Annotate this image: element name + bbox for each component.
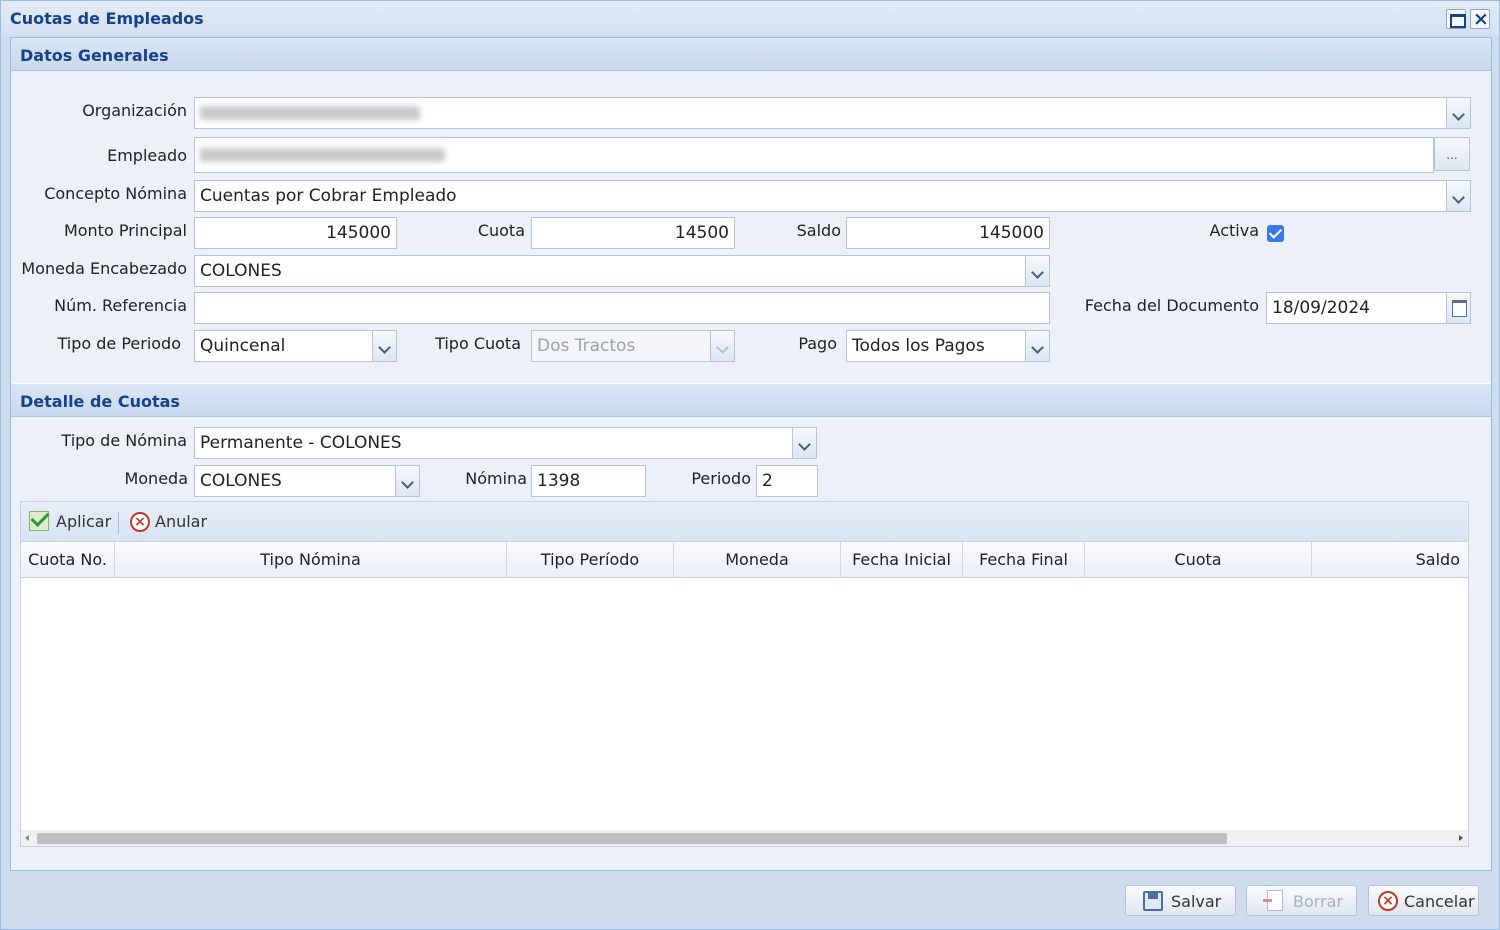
pago-label: Pago	[798, 334, 837, 353]
activa-checkbox[interactable]	[1267, 225, 1284, 242]
moneda-combo[interactable]: COLONES	[194, 465, 420, 497]
grid-toolbar: Aplicar × Anular	[21, 502, 1468, 542]
datos-generales-title: Datos Generales	[20, 46, 169, 65]
periodo-label: Periodo	[691, 469, 751, 488]
saldo-label: Saldo	[796, 221, 841, 240]
scroll-left-icon[interactable]	[25, 835, 29, 841]
borrar-button: Borrar	[1246, 885, 1357, 916]
nomina-label: Nómina	[465, 469, 527, 488]
column-fecha-inicial[interactable]: Fecha Inicial	[841, 542, 963, 577]
chevron-down-icon[interactable]	[792, 428, 816, 458]
chevron-down-icon	[710, 331, 734, 361]
column-fecha-final[interactable]: Fecha Final	[963, 542, 1085, 577]
detalle-cuotas-section: Detalle de Cuotas Tipo de Nómina Permane…	[11, 384, 1491, 870]
tipo-cuota-combo: Dos Tractos	[531, 330, 735, 362]
organizacion-combo[interactable]	[194, 97, 1471, 129]
tipo-nomina-value: Permanente - COLONES	[200, 433, 402, 453]
fecha-documento-input[interactable]: 18/09/2024	[1266, 292, 1471, 324]
fecha-documento-label: Fecha del Documento	[1084, 296, 1259, 315]
save-disk-icon	[1143, 891, 1163, 911]
anular-button[interactable]: Anular	[155, 512, 207, 531]
fecha-documento-value: 18/09/2024	[1272, 298, 1370, 318]
column-moneda[interactable]: Moneda	[674, 542, 841, 577]
form-body: Datos Generales Organización Empleado ..…	[10, 37, 1492, 871]
column-cuota[interactable]: Cuota	[1085, 542, 1312, 577]
saldo-input[interactable]: 145000	[846, 217, 1050, 249]
scrollbar-thumb[interactable]	[37, 833, 1227, 844]
salvar-button[interactable]: Salvar	[1125, 885, 1236, 916]
cancel-circle-icon: ×	[1378, 891, 1398, 911]
chevron-down-icon[interactable]	[1025, 331, 1049, 361]
grid-header: Cuota No. Tipo Nómina Tipo Período Moned…	[21, 542, 1468, 578]
toolbar-separator	[118, 512, 119, 534]
tipo-periodo-combo[interactable]: Quincenal	[194, 330, 397, 362]
datos-generales-section: Datos Generales Organización Empleado ..…	[11, 38, 1491, 383]
detalle-cuotas-title: Detalle de Cuotas	[20, 392, 180, 411]
moneda-label: Moneda	[124, 469, 188, 488]
chevron-down-icon[interactable]	[395, 466, 419, 496]
pago-value: Todos los Pagos	[852, 336, 985, 356]
datos-generales-header: Datos Generales	[11, 38, 1491, 71]
chevron-down-icon[interactable]	[1446, 98, 1470, 128]
window-titlebar: Cuotas de Empleados ×	[1, 1, 1499, 35]
referencia-label: Núm. Referencia	[54, 296, 187, 315]
window-title: Cuotas de Empleados	[10, 9, 204, 28]
salvar-label: Salvar	[1171, 892, 1222, 911]
tipo-periodo-label: Tipo de Periodo	[57, 334, 181, 353]
tipo-nomina-label: Tipo de Nómina	[61, 431, 187, 450]
detalle-cuotas-header: Detalle de Cuotas	[11, 384, 1491, 417]
maximize-icon[interactable]	[1446, 9, 1466, 29]
apply-check-icon	[29, 511, 49, 531]
column-tipo-periodo[interactable]: Tipo Período	[507, 542, 674, 577]
nomina-input[interactable]: 1398	[531, 465, 646, 497]
moneda-encabezado-value: COLONES	[200, 261, 282, 281]
close-icon[interactable]: ×	[1470, 8, 1490, 30]
delete-page-icon	[1263, 890, 1283, 911]
grid-horizontal-scrollbar[interactable]	[21, 830, 1468, 846]
moneda-encabezado-label: Moneda Encabezado	[21, 259, 187, 278]
chevron-down-icon[interactable]	[372, 331, 396, 361]
borrar-label: Borrar	[1293, 892, 1344, 911]
monto-label: Monto Principal	[63, 221, 187, 240]
concepto-combo[interactable]: Cuentas por Cobrar Empleado	[194, 180, 1471, 212]
tipo-cuota-label: Tipo Cuota	[435, 334, 521, 353]
column-tipo-nomina[interactable]: Tipo Nómina	[115, 542, 507, 577]
concepto-label: Concepto Nómina	[44, 184, 187, 203]
moneda-value: COLONES	[200, 471, 282, 491]
empleado-label: Empleado	[107, 146, 187, 165]
empleado-browse-button[interactable]: ...	[1434, 137, 1470, 171]
cancel-circle-icon: ×	[130, 512, 150, 532]
organizacion-redacted-value	[200, 106, 420, 120]
periodo-input[interactable]: 2	[756, 465, 818, 497]
cuota-label: Cuota	[477, 221, 525, 240]
empleado-redacted-value	[200, 147, 445, 162]
chevron-down-icon[interactable]	[1446, 181, 1470, 211]
window: Cuotas de Empleados × Datos Generales Or…	[0, 0, 1500, 930]
monto-input[interactable]: 145000	[194, 217, 397, 249]
concepto-value: Cuentas por Cobrar Empleado	[200, 186, 457, 206]
cuota-input[interactable]: 14500	[531, 217, 735, 249]
tipo-periodo-value: Quincenal	[200, 336, 286, 356]
scroll-right-icon[interactable]	[1459, 835, 1463, 841]
column-saldo[interactable]: Saldo	[1312, 542, 1468, 577]
calendar-icon[interactable]	[1446, 293, 1470, 323]
pago-combo[interactable]: Todos los Pagos	[846, 330, 1050, 362]
referencia-input[interactable]	[194, 292, 1050, 324]
organizacion-label: Organización	[82, 101, 187, 120]
tipo-cuota-value: Dos Tractos	[537, 336, 636, 356]
empleado-field[interactable]	[194, 137, 1434, 173]
cuotas-grid: Aplicar × Anular Cuota No. Tipo Nómina T…	[20, 501, 1469, 847]
aplicar-button[interactable]: Aplicar	[56, 512, 111, 531]
cancelar-label: Cancelar	[1404, 892, 1475, 911]
tipo-nomina-combo[interactable]: Permanente - COLONES	[194, 427, 817, 459]
cancelar-button[interactable]: × Cancelar	[1368, 885, 1479, 916]
activa-label: Activa	[1209, 221, 1259, 240]
moneda-encabezado-combo[interactable]: COLONES	[194, 255, 1050, 287]
chevron-down-icon[interactable]	[1025, 256, 1049, 286]
column-cuota-no[interactable]: Cuota No.	[21, 542, 115, 577]
